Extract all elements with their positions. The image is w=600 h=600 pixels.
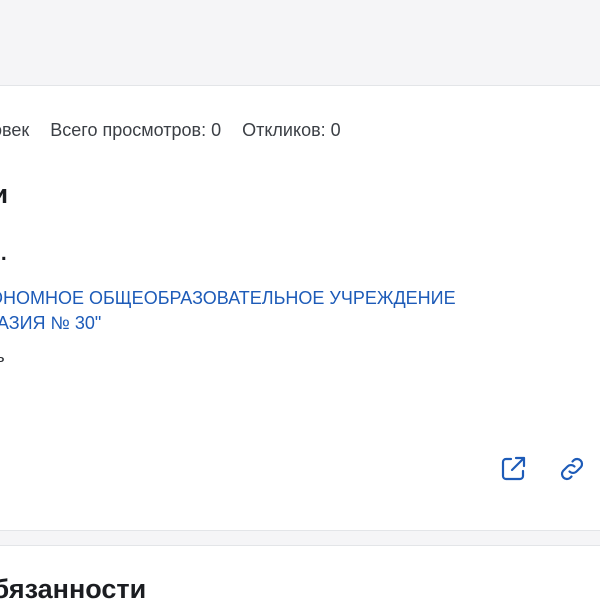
link-icon xyxy=(560,457,584,481)
external-link-icon xyxy=(501,456,526,481)
page: овек Всего просмотров: 0 Откликов: 0 ки … xyxy=(0,0,600,600)
organization-line-2: ИМНАЗИЯ № 30" xyxy=(0,313,102,333)
stats-bar: овек Всего просмотров: 0 Откликов: 0 xyxy=(0,120,357,141)
section-title: ки xyxy=(0,179,8,210)
duties-title: обязанности xyxy=(0,574,147,600)
employer-name: о. xyxy=(0,242,7,265)
copy-link-button[interactable] xyxy=(557,454,587,484)
responses-count: Откликов: 0 xyxy=(242,120,341,140)
people-count: овек xyxy=(0,120,30,140)
region-text: ть xyxy=(0,347,5,366)
total-views: Всего просмотров: 0 xyxy=(50,120,222,140)
share-button[interactable] xyxy=(498,454,528,484)
organization-link[interactable]: АВТОНОМНОЕ ОБЩЕОБРАЗОВАТЕЛЬНОЕ УЧРЕЖДЕНИ… xyxy=(0,286,596,336)
organization-line-1: АВТОНОМНОЕ ОБЩЕОБРАЗОВАТЕЛЬНОЕ УЧРЕЖДЕНИ… xyxy=(0,288,456,308)
